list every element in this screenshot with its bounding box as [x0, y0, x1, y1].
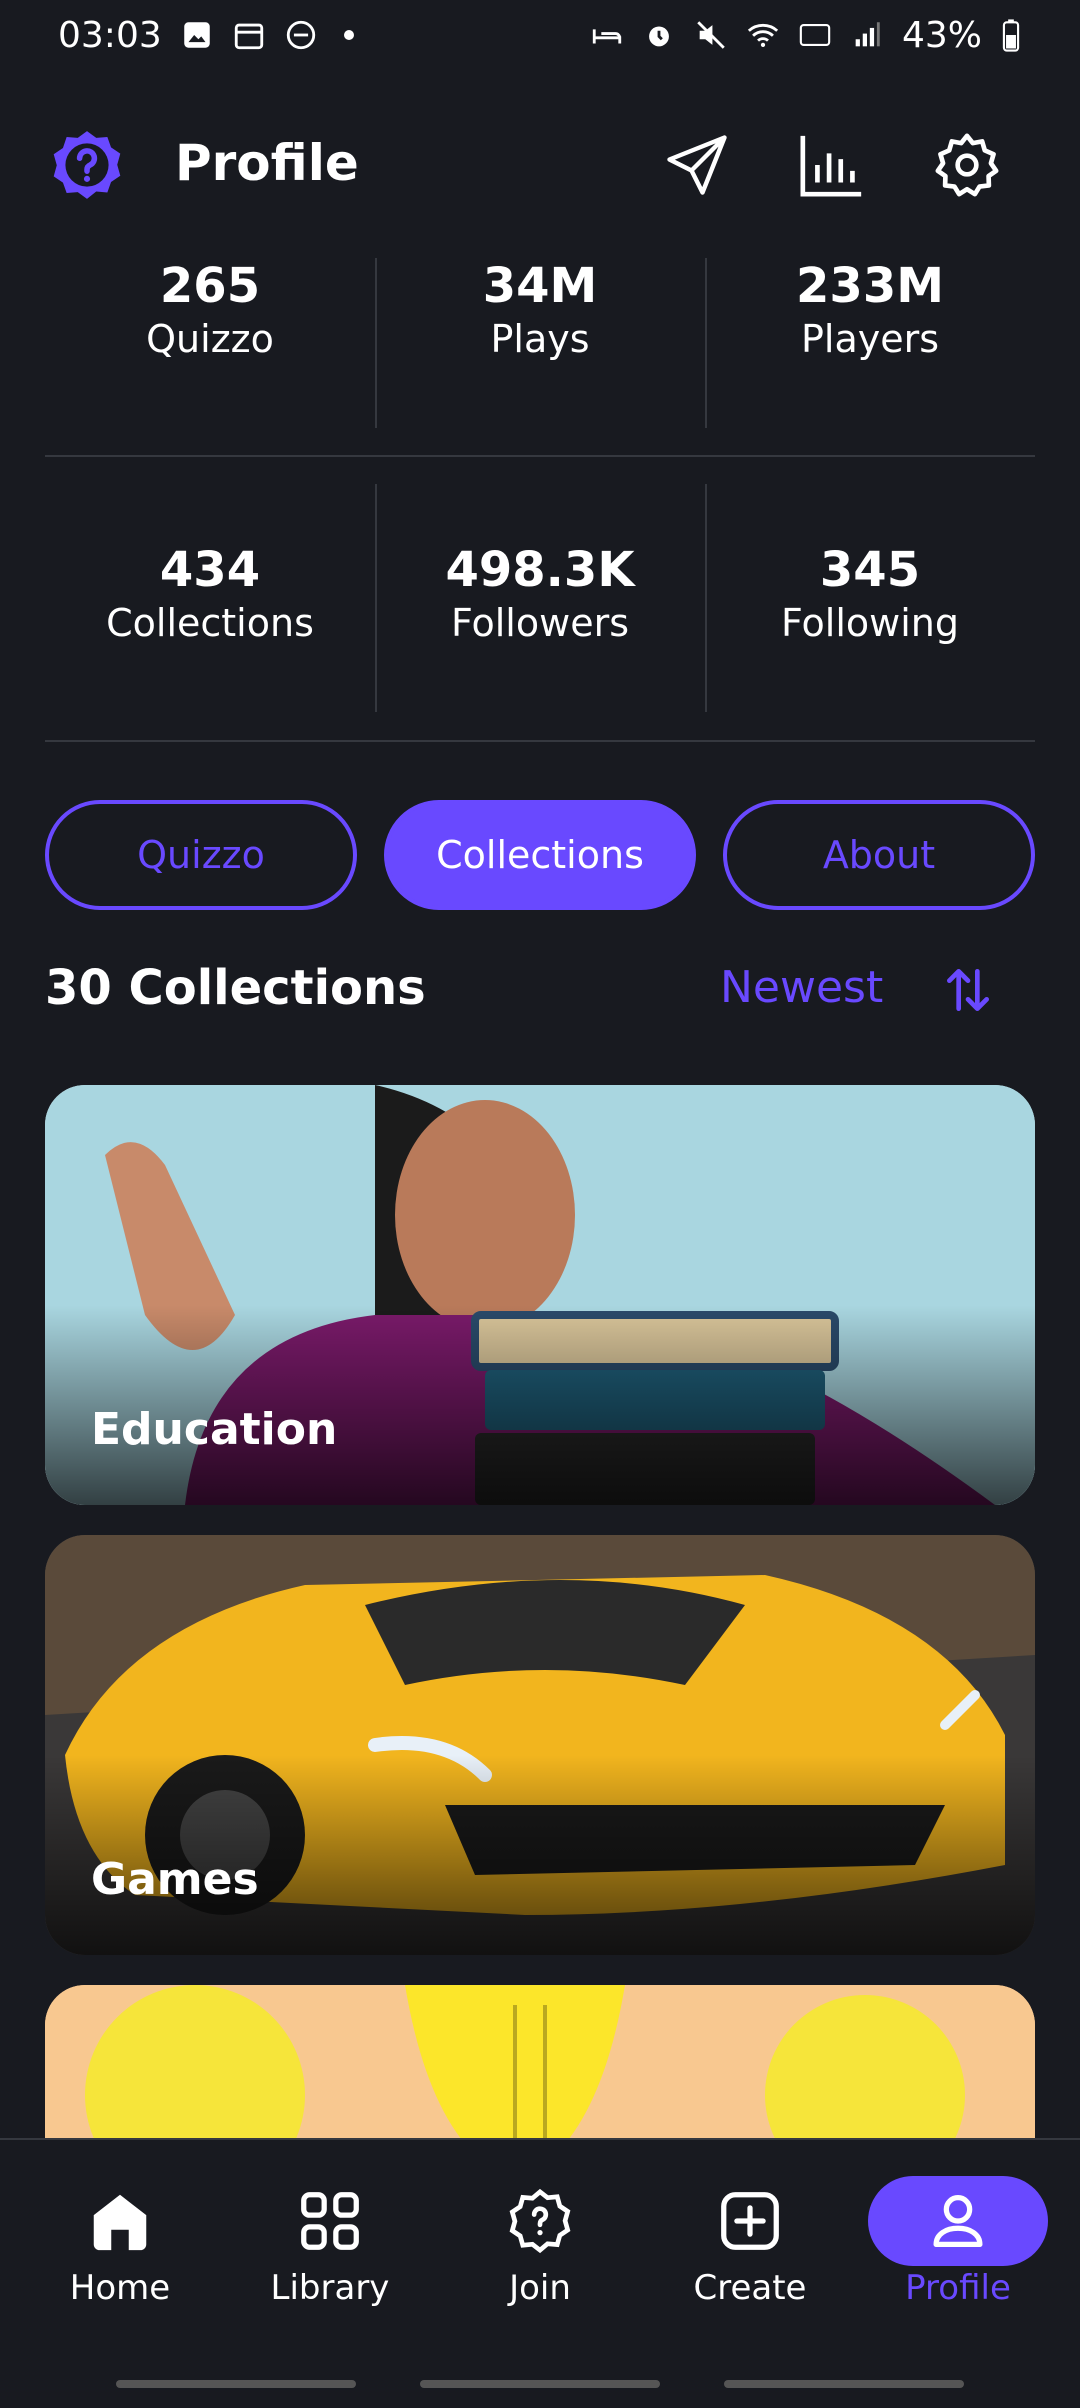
gear-icon — [935, 133, 999, 197]
stat-label: Collections — [106, 601, 314, 645]
battery-icon — [1002, 19, 1020, 52]
stat-value: 265 — [159, 258, 261, 314]
share-button[interactable] — [660, 128, 734, 202]
wifi-icon — [747, 23, 779, 48]
tab-quizzo[interactable]: Quizzo — [45, 800, 357, 910]
bar-chart-icon — [800, 135, 862, 197]
app-header: Profile — [0, 120, 1080, 210]
nav-label: Join — [509, 2268, 571, 2308]
sleep-icon — [592, 29, 622, 44]
nav-label: Profile — [905, 2268, 1011, 2308]
stat-label: Following — [781, 601, 959, 645]
sort-dropdown[interactable]: Newest — [720, 962, 883, 1013]
nav-profile[interactable]: Profile — [858, 2178, 1058, 2338]
system-nav-home[interactable] — [420, 2380, 660, 2388]
divider — [45, 740, 1035, 742]
stats-row-2: 434 Collections 498.3K Followers 345 Fol… — [45, 484, 1035, 712]
calendar-notification-icon — [234, 23, 263, 50]
user-icon — [933, 2195, 983, 2247]
home-icon — [93, 2194, 147, 2251]
stat-value: 345 — [819, 542, 921, 598]
system-nav-recents[interactable] — [116, 2380, 356, 2388]
signal-icon — [855, 22, 880, 47]
notification-dot-icon — [343, 30, 354, 40]
status-bar: 03:03 43% — [0, 0, 1080, 70]
nav-join[interactable]: Join — [440, 2178, 640, 2338]
card-title: Games — [91, 1854, 259, 1905]
card-title: Education — [91, 1404, 338, 1455]
system-nav-back[interactable] — [724, 2380, 964, 2388]
stat-collections[interactable]: 434 Collections — [45, 484, 375, 712]
nav-library[interactable]: Library — [230, 2178, 430, 2338]
gallery-notification-icon — [184, 22, 210, 48]
status-right: 43% — [590, 15, 1022, 56]
stat-following[interactable]: 345 Following — [705, 484, 1035, 712]
nav-label: Create — [693, 2268, 807, 2308]
sort-arrows-icon[interactable] — [940, 962, 996, 1018]
nav-create[interactable]: Create — [650, 2178, 850, 2338]
stat-label: Plays — [490, 317, 590, 361]
alarm-icon — [649, 26, 669, 47]
tab-collections[interactable]: Collections — [384, 800, 696, 910]
statistics-button[interactable] — [795, 128, 869, 202]
send-icon — [667, 135, 727, 195]
stat-value: 34M — [482, 258, 598, 314]
battery-percent: 43% — [901, 14, 982, 56]
stat-value: 498.3K — [445, 542, 635, 598]
stat-value: 434 — [159, 542, 261, 598]
collection-card-education[interactable]: Education — [45, 1085, 1035, 1505]
nav-label: Home — [69, 2268, 171, 2308]
tab-about[interactable]: About — [723, 800, 1035, 910]
section-title: 30 Collections — [45, 960, 426, 1016]
page-title: Profile — [175, 134, 359, 192]
stat-players[interactable]: 233M Players — [705, 258, 1035, 428]
profile-tabs: Quizzo Collections About — [45, 800, 1035, 910]
stat-value: 233M — [796, 258, 944, 314]
stat-label: Quizzo — [146, 317, 274, 361]
divider — [45, 455, 1035, 457]
status-left: 03:03 — [58, 15, 354, 56]
stat-plays[interactable]: 34M Plays — [375, 258, 705, 428]
collection-card-games[interactable]: Games — [45, 1535, 1035, 1955]
dnd-icon — [286, 20, 315, 50]
settings-button[interactable] — [930, 128, 1004, 202]
stat-label: Followers — [451, 601, 629, 645]
nav-home[interactable]: Home — [20, 2178, 220, 2338]
quizzo-logo-icon — [53, 131, 121, 199]
nav-label: Library — [270, 2268, 390, 2308]
stats-row-1: 265 Quizzo 34M Plays 233M Players — [45, 258, 1035, 428]
quiz-badge-icon — [509, 2188, 571, 2254]
mute-icon — [697, 21, 725, 49]
volte-icon — [799, 24, 831, 46]
grid-icon — [301, 2192, 359, 2250]
stat-quizzo[interactable]: 265 Quizzo — [45, 258, 375, 428]
stat-label: Players — [800, 317, 940, 361]
stat-followers[interactable]: 498.3K Followers — [375, 484, 705, 712]
plus-square-icon — [721, 2192, 779, 2250]
status-time: 03:03 — [58, 14, 162, 56]
